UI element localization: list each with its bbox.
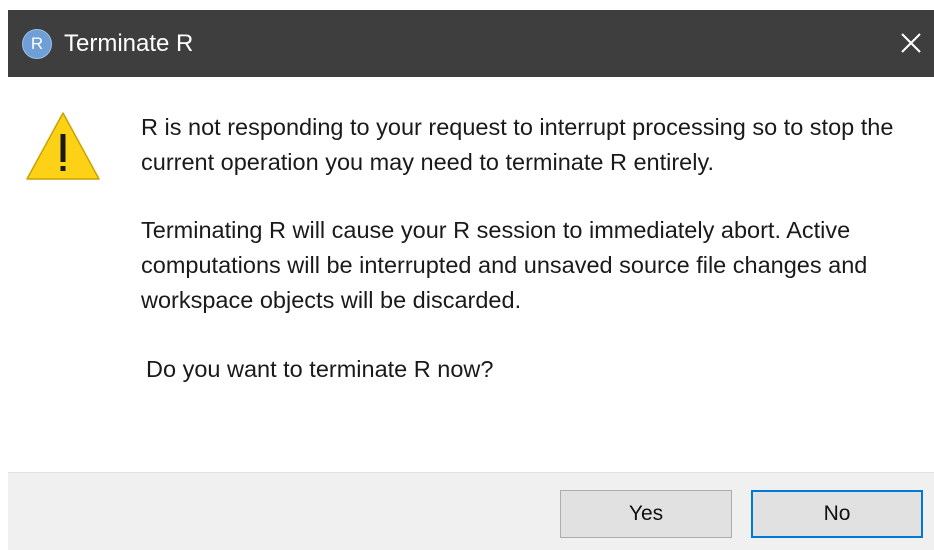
- title-bar[interactable]: R Terminate R: [8, 10, 934, 77]
- message-consequences: Terminating R will cause your R session …: [141, 217, 868, 313]
- dialog-content: R is not responding to your request to i…: [8, 77, 934, 480]
- no-button[interactable]: No: [751, 490, 923, 538]
- warning-icon: [26, 112, 100, 180]
- message-area: R is not responding to your request to i…: [141, 110, 931, 387]
- message-not-responding: R is not responding to your request to i…: [141, 114, 894, 175]
- button-bar: Yes No: [8, 472, 934, 550]
- close-icon: [901, 33, 921, 53]
- message-question: Do you want to terminate R now?: [146, 356, 494, 382]
- terminate-r-dialog: R Terminate R R is not responding to you…: [8, 10, 934, 550]
- window-title: Terminate R: [64, 30, 194, 57]
- yes-button[interactable]: Yes: [560, 490, 732, 538]
- r-app-icon: R: [22, 29, 52, 59]
- close-button[interactable]: [888, 10, 934, 77]
